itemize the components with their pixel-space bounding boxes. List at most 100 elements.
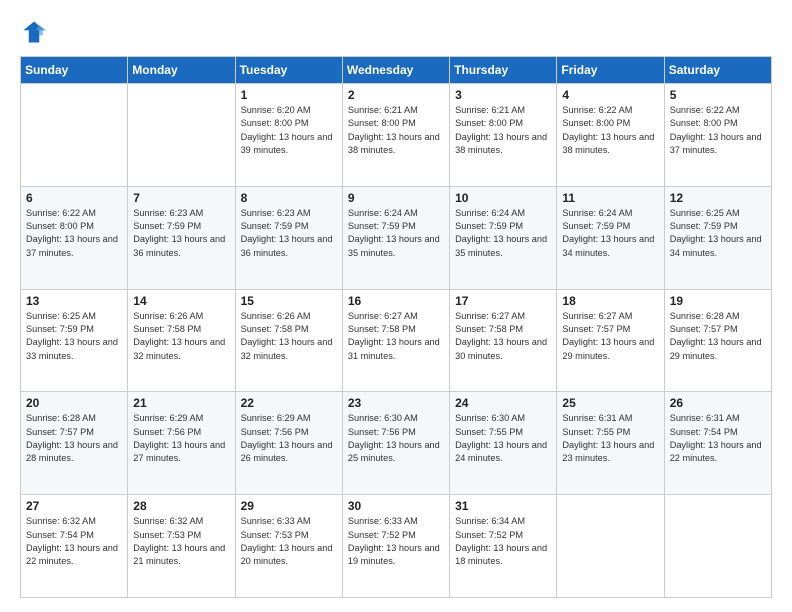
calendar-cell: 13 Sunrise: 6:25 AM Sunset: 7:59 PM Dayli… [21,289,128,392]
day-number: 19 [670,294,766,308]
day-number: 4 [562,88,658,102]
day-number: 6 [26,191,122,205]
day-number: 14 [133,294,229,308]
calendar-cell: 5 Sunrise: 6:22 AM Sunset: 8:00 PM Daylig… [664,84,771,187]
calendar-cell: 14 Sunrise: 6:26 AM Sunset: 7:58 PM Dayli… [128,289,235,392]
day-info: Sunrise: 6:27 AM Sunset: 7:58 PM Dayligh… [348,310,444,363]
day-number: 26 [670,396,766,410]
week-row-3: 13 Sunrise: 6:25 AM Sunset: 7:59 PM Dayli… [21,289,772,392]
day-info: Sunrise: 6:29 AM Sunset: 7:56 PM Dayligh… [241,412,337,465]
day-info: Sunrise: 6:25 AM Sunset: 7:59 PM Dayligh… [670,207,766,260]
weekday-header-row: SundayMondayTuesdayWednesdayThursdayFrid… [21,57,772,84]
calendar-cell: 3 Sunrise: 6:21 AM Sunset: 8:00 PM Daylig… [450,84,557,187]
logo [20,18,52,46]
calendar-cell: 6Sunrise: 6:22 AM Sunset: 8:00 PM Daylig… [21,186,128,289]
day-info: Sunrise: 6:29 AM Sunset: 7:56 PM Dayligh… [133,412,229,465]
calendar-cell: 9Sunrise: 6:24 AM Sunset: 7:59 PM Daylig… [342,186,449,289]
week-row-1: 1Sunrise: 6:20 AM Sunset: 8:00 PM Daylig… [21,84,772,187]
day-info: Sunrise: 6:25 AM Sunset: 7:59 PM Dayligh… [26,310,122,363]
day-number: 21 [133,396,229,410]
calendar-cell: 4 Sunrise: 6:22 AM Sunset: 8:00 PM Daylig… [557,84,664,187]
day-info: Sunrise: 6:24 AM Sunset: 7:59 PM Dayligh… [562,207,658,260]
day-number: 7 [133,191,229,205]
weekday-header-sunday: Sunday [21,57,128,84]
week-row-5: 27 Sunrise: 6:32 AM Sunset: 7:54 PM Dayli… [21,495,772,598]
calendar-cell: 23 Sunrise: 6:30 AM Sunset: 7:56 PM Dayli… [342,392,449,495]
calendar-cell: 1Sunrise: 6:20 AM Sunset: 8:00 PM Daylig… [235,84,342,187]
calendar-cell: 25 Sunrise: 6:31 AM Sunset: 7:55 PM Dayli… [557,392,664,495]
day-info: Sunrise: 6:22 AM Sunset: 8:00 PM Dayligh… [670,104,766,157]
day-number: 20 [26,396,122,410]
weekday-header-monday: Monday [128,57,235,84]
day-number: 15 [241,294,337,308]
day-number: 5 [670,88,766,102]
calendar-cell: 15Sunrise: 6:26 AM Sunset: 7:58 PM Dayli… [235,289,342,392]
day-info: Sunrise: 6:31 AM Sunset: 7:55 PM Dayligh… [562,412,658,465]
calendar-cell: 28Sunrise: 6:32 AM Sunset: 7:53 PM Dayli… [128,495,235,598]
day-number: 31 [455,499,551,513]
calendar-cell: 21 Sunrise: 6:29 AM Sunset: 7:56 PM Dayli… [128,392,235,495]
calendar-table: SundayMondayTuesdayWednesdayThursdayFrid… [20,56,772,598]
calendar-cell: 11Sunrise: 6:24 AM Sunset: 7:59 PM Dayli… [557,186,664,289]
calendar-cell: 31 Sunrise: 6:34 AM Sunset: 7:52 PM Dayli… [450,495,557,598]
day-info: Sunrise: 6:28 AM Sunset: 7:57 PM Dayligh… [26,412,122,465]
day-number: 3 [455,88,551,102]
day-number: 27 [26,499,122,513]
day-number: 25 [562,396,658,410]
calendar-cell: 16 Sunrise: 6:27 AM Sunset: 7:58 PM Dayli… [342,289,449,392]
calendar-cell: 10 Sunrise: 6:24 AM Sunset: 7:59 PM Dayli… [450,186,557,289]
calendar-cell: 2 Sunrise: 6:21 AM Sunset: 8:00 PM Daylig… [342,84,449,187]
day-info: Sunrise: 6:21 AM Sunset: 8:00 PM Dayligh… [348,104,444,157]
weekday-header-thursday: Thursday [450,57,557,84]
day-info: Sunrise: 6:32 AM Sunset: 7:53 PM Dayligh… [133,515,229,568]
day-info: Sunrise: 6:30 AM Sunset: 7:56 PM Dayligh… [348,412,444,465]
day-number: 24 [455,396,551,410]
day-info: Sunrise: 6:22 AM Sunset: 8:00 PM Dayligh… [562,104,658,157]
day-info: Sunrise: 6:26 AM Sunset: 7:58 PM Dayligh… [133,310,229,363]
day-number: 30 [348,499,444,513]
calendar-cell: 30Sunrise: 6:33 AM Sunset: 7:52 PM Dayli… [342,495,449,598]
calendar-cell: 20 Sunrise: 6:28 AM Sunset: 7:57 PM Dayli… [21,392,128,495]
day-number: 16 [348,294,444,308]
calendar-cell: 29 Sunrise: 6:33 AM Sunset: 7:53 PM Dayli… [235,495,342,598]
calendar-cell: 24 Sunrise: 6:30 AM Sunset: 7:55 PM Dayli… [450,392,557,495]
calendar-cell: 27 Sunrise: 6:32 AM Sunset: 7:54 PM Dayli… [21,495,128,598]
day-info: Sunrise: 6:27 AM Sunset: 7:58 PM Dayligh… [455,310,551,363]
calendar-page: SundayMondayTuesdayWednesdayThursdayFrid… [0,0,792,612]
calendar-cell: 17 Sunrise: 6:27 AM Sunset: 7:58 PM Dayli… [450,289,557,392]
weekday-header-wednesday: Wednesday [342,57,449,84]
weekday-header-tuesday: Tuesday [235,57,342,84]
week-row-2: 6Sunrise: 6:22 AM Sunset: 8:00 PM Daylig… [21,186,772,289]
day-number: 23 [348,396,444,410]
day-number: 18 [562,294,658,308]
day-info: Sunrise: 6:23 AM Sunset: 7:59 PM Dayligh… [241,207,337,260]
day-number: 22 [241,396,337,410]
calendar-cell: 22 Sunrise: 6:29 AM Sunset: 7:56 PM Dayli… [235,392,342,495]
calendar-cell: 18Sunrise: 6:27 AM Sunset: 7:57 PM Dayli… [557,289,664,392]
day-number: 10 [455,191,551,205]
day-info: Sunrise: 6:32 AM Sunset: 7:54 PM Dayligh… [26,515,122,568]
day-number: 13 [26,294,122,308]
calendar-cell: 26Sunrise: 6:31 AM Sunset: 7:54 PM Dayli… [664,392,771,495]
day-info: Sunrise: 6:28 AM Sunset: 7:57 PM Dayligh… [670,310,766,363]
day-info: Sunrise: 6:33 AM Sunset: 7:53 PM Dayligh… [241,515,337,568]
week-row-4: 20 Sunrise: 6:28 AM Sunset: 7:57 PM Dayli… [21,392,772,495]
day-info: Sunrise: 6:34 AM Sunset: 7:52 PM Dayligh… [455,515,551,568]
calendar-cell: 19 Sunrise: 6:28 AM Sunset: 7:57 PM Dayli… [664,289,771,392]
day-number: 17 [455,294,551,308]
day-number: 2 [348,88,444,102]
day-number: 8 [241,191,337,205]
day-info: Sunrise: 6:24 AM Sunset: 7:59 PM Dayligh… [455,207,551,260]
header [20,18,772,46]
calendar-cell [664,495,771,598]
day-info: Sunrise: 6:24 AM Sunset: 7:59 PM Dayligh… [348,207,444,260]
day-number: 29 [241,499,337,513]
day-info: Sunrise: 6:30 AM Sunset: 7:55 PM Dayligh… [455,412,551,465]
logo-icon [20,18,48,46]
calendar-cell: 12 Sunrise: 6:25 AM Sunset: 7:59 PM Dayli… [664,186,771,289]
day-info: Sunrise: 6:21 AM Sunset: 8:00 PM Dayligh… [455,104,551,157]
weekday-header-friday: Friday [557,57,664,84]
day-number: 12 [670,191,766,205]
day-number: 1 [241,88,337,102]
calendar-cell: 7Sunrise: 6:23 AM Sunset: 7:59 PM Daylig… [128,186,235,289]
